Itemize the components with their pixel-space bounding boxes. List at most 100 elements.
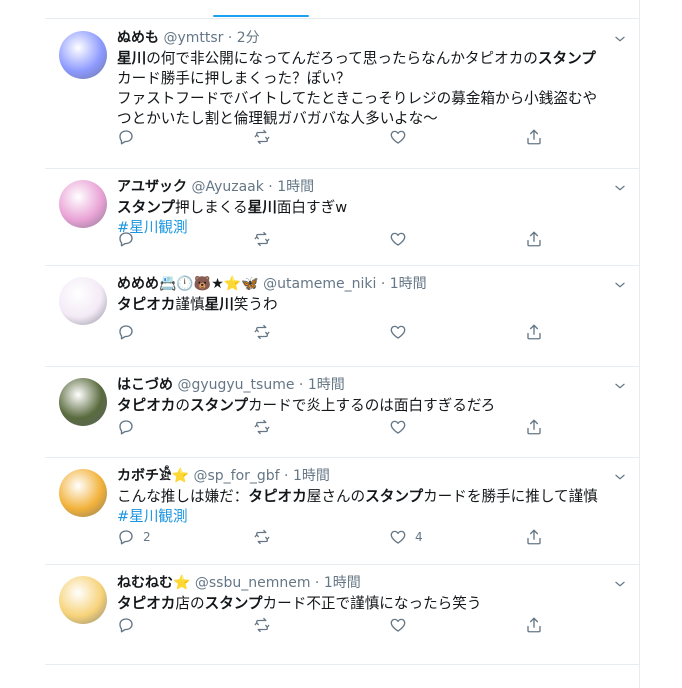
tweet-text: タピオカのスタンプカードで炎上するのは面白すぎるだろ (117, 396, 627, 416)
tweet-card[interactable]: ねむねむ⭐ @ssbu_nemnem · 1時間 タピオカ店のスタンプカード不正で… (45, 564, 639, 665)
timestamp[interactable]: 1時間 (293, 468, 330, 484)
avatar[interactable] (59, 277, 107, 325)
chevron-down-icon (615, 474, 625, 480)
tweet-text-segment: 謹慎 (175, 296, 205, 313)
share-button[interactable] (525, 614, 543, 636)
display-name[interactable]: アユザック (117, 179, 187, 195)
reply-icon (119, 232, 133, 247)
display-name[interactable]: めめめ📇🕛🐻★⭐🦋 (117, 276, 259, 292)
reply-button[interactable] (117, 321, 135, 343)
share-button[interactable] (525, 126, 543, 148)
chevron-down-icon (615, 581, 625, 587)
search-highlight: スタンプ (204, 595, 263, 612)
retweet-icon (254, 231, 270, 247)
like-button[interactable]: 4 (389, 526, 423, 548)
heart-icon (390, 530, 406, 544)
user-handle[interactable]: @Ayuzaak (187, 179, 263, 195)
tweet-text-segment: の (175, 397, 190, 414)
tweet-card[interactable]: カボチ𓀀⭐ @sp_for_gbf · 1時間 こんな推しは嫌だ：タピオカ屋さんの… (45, 457, 639, 565)
reply-button[interactable] (117, 126, 135, 148)
hashtag-link[interactable]: #星川観測 (117, 507, 188, 527)
chevron-down-icon (615, 282, 625, 288)
user-handle[interactable]: @gyugyu_tsume (173, 377, 294, 393)
user-handle[interactable]: @utameme_niki (259, 276, 376, 292)
search-highlight: 星川 (204, 296, 234, 313)
user-handle[interactable]: @ymttsr (159, 30, 223, 46)
chevron-down-icon (615, 36, 625, 42)
tweet-menu-button[interactable] (613, 576, 627, 590)
avatar[interactable] (59, 31, 107, 79)
search-highlight: タピオカ (117, 296, 176, 313)
reply-button[interactable] (117, 614, 135, 636)
search-highlight: 星川 (247, 199, 277, 216)
reply-icon (119, 325, 133, 340)
reply-button[interactable] (117, 416, 135, 438)
tweet-text-segment: カードを勝手に推して謹慎 (423, 488, 598, 505)
reply-button[interactable]: 2 (117, 526, 151, 548)
avatar[interactable] (59, 180, 107, 228)
tweet-header: ねむねむ⭐ @ssbu_nemnem · 1時間 (117, 573, 609, 593)
heart-icon (390, 420, 406, 434)
tweet-text-segment: 屋さんの (306, 488, 366, 505)
share-button[interactable] (525, 526, 543, 548)
tweet-actions (117, 126, 617, 148)
retweet-button[interactable] (253, 126, 271, 148)
tweet-actions: 24 (117, 526, 617, 548)
retweet-button[interactable] (253, 526, 271, 548)
like-button[interactable] (389, 416, 407, 438)
tweet-card[interactable]: ぬめも @ymttsr · 2分 星川の何で非公開になってんだろって思ったらなんか… (45, 19, 639, 169)
like-button[interactable] (389, 228, 407, 250)
share-button[interactable] (525, 416, 543, 438)
display-name[interactable]: ぬめも (117, 30, 159, 46)
share-icon (527, 231, 541, 247)
display-name[interactable]: カボチ𓀀⭐ (117, 468, 189, 484)
tweet-card[interactable]: アユザック @Ayuzaak · 1時間 スタンプ押しまくる星川面白すぎw #星川観… (45, 168, 639, 266)
retweet-button[interactable] (253, 416, 271, 438)
avatar[interactable] (59, 469, 107, 517)
like-button[interactable] (389, 126, 407, 148)
tweet-actions (117, 228, 617, 250)
timestamp[interactable]: 1時間 (324, 575, 361, 591)
timestamp[interactable]: 1時間 (390, 276, 427, 292)
chevron-down-icon (615, 383, 625, 389)
like-button[interactable] (389, 321, 407, 343)
display-name[interactable]: はこづめ (117, 377, 173, 393)
avatar[interactable] (59, 378, 107, 426)
search-highlight: スタンプ (117, 199, 175, 216)
user-handle[interactable]: @sp_for_gbf (189, 468, 279, 484)
tweet-text: 星川の何で非公開になってんだろって思ったらなんかタピオカのスタンプ カード勝手に… (117, 49, 627, 129)
tweet-menu-button[interactable] (613, 469, 627, 483)
search-highlight: スタンプ (190, 397, 248, 414)
heart-icon (390, 232, 406, 246)
retweet-button[interactable] (253, 614, 271, 636)
share-button[interactable] (525, 228, 543, 250)
tweet-menu-button[interactable] (613, 277, 627, 291)
reply-count: 2 (143, 530, 151, 544)
tweet-text: こんな推しは嫌だ：タピオカ屋さんのスタンプカードを勝手に推して謹慎 (117, 487, 627, 507)
timestamp[interactable]: 1時間 (277, 179, 314, 195)
active-tab-indicator (213, 15, 309, 17)
retweet-button[interactable] (253, 228, 271, 250)
user-handle[interactable]: @ssbu_nemnem (190, 575, 311, 591)
tweet-card[interactable]: はこづめ @gyugyu_tsume · 1時間タピオカのスタンプカードで炎上す… (45, 366, 639, 458)
share-icon (527, 129, 541, 145)
timestamp[interactable]: 2分 (237, 30, 260, 46)
reply-button[interactable] (117, 228, 135, 250)
heart-icon (390, 325, 406, 339)
retweet-icon (254, 419, 270, 435)
share-button[interactable] (525, 321, 543, 343)
tweet-menu-button[interactable] (613, 378, 627, 392)
like-button[interactable] (389, 614, 407, 636)
retweet-button[interactable] (253, 321, 271, 343)
tweet-text-segment: カードで炎上するのは面白すぎるだろ (247, 397, 496, 414)
tweet-menu-button[interactable] (613, 31, 627, 45)
timestamp[interactable]: 1時間 (308, 377, 345, 393)
separator-dot: · (294, 377, 308, 393)
chevron-down-icon (615, 185, 625, 191)
display-name[interactable]: ねむねむ⭐ (117, 575, 190, 591)
avatar[interactable] (59, 576, 107, 624)
search-highlight: タピオカ (117, 595, 176, 612)
heart-icon (390, 618, 406, 632)
tweet-menu-button[interactable] (613, 180, 627, 194)
tweet-card[interactable]: めめめ📇🕛🐻★⭐🦋 @utameme_niki · 1時間 タピオカ謹慎星川笑うわ (45, 265, 639, 367)
